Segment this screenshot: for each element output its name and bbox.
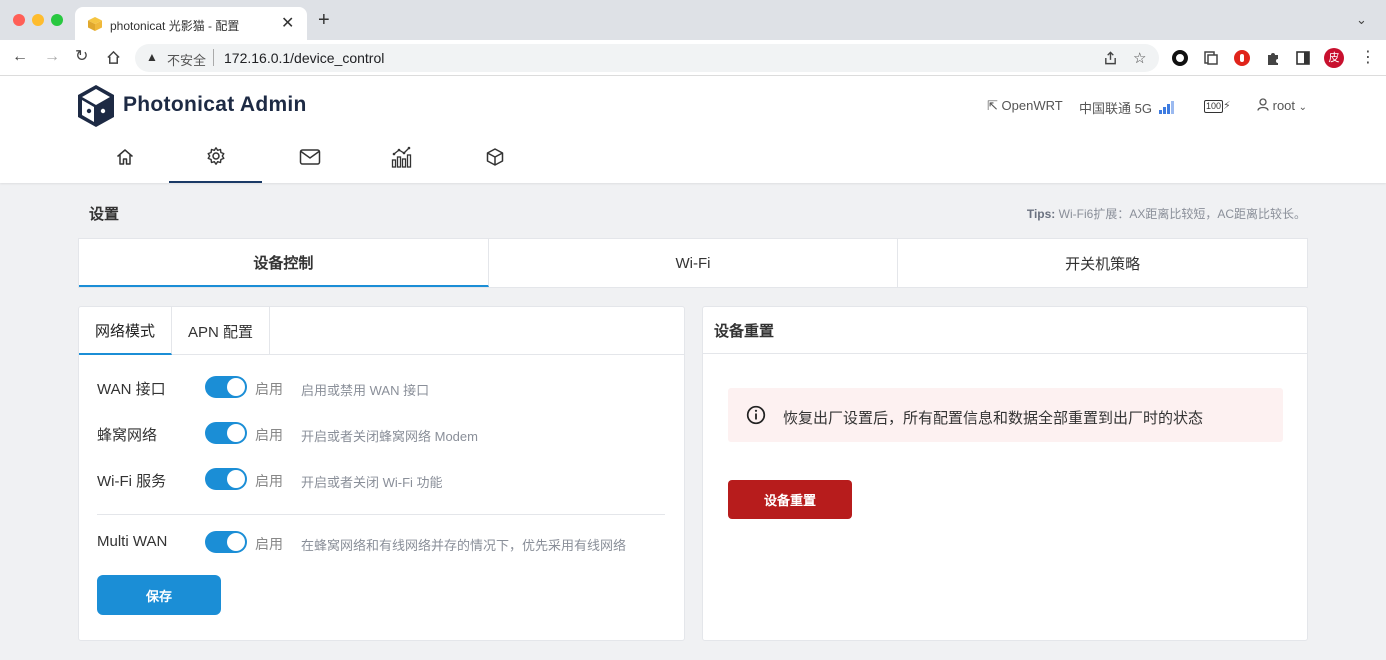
openwrt-label: OpenWRT bbox=[1002, 98, 1063, 113]
signal-strength-icon bbox=[1158, 101, 1174, 114]
extension-circle-icon[interactable] bbox=[1172, 50, 1188, 66]
carrier-label: 中国联通 5G bbox=[1079, 101, 1152, 116]
user-menu[interactable]: root ⌄ bbox=[1257, 98, 1307, 113]
close-tab-icon[interactable]: ✕ bbox=[281, 13, 294, 33]
tab-power-schedule[interactable]: 开关机策略 bbox=[898, 239, 1307, 287]
minimize-window-button[interactable] bbox=[32, 14, 44, 26]
browser-tab-bar: photonicat 光影猫 - 配置 ✕ + ⌄ bbox=[0, 0, 1386, 40]
photonicat-logo-icon bbox=[76, 84, 116, 128]
forward-icon[interactable]: → bbox=[44, 48, 60, 66]
browser-tab[interactable]: photonicat 光影猫 - 配置 ✕ bbox=[75, 7, 307, 40]
nav-packages[interactable] bbox=[448, 131, 541, 183]
share-icon[interactable] bbox=[1103, 50, 1118, 66]
new-tab-button[interactable]: + bbox=[318, 10, 330, 30]
browser-toolbar: ← → ↻ ▲ 不安全 172.16.0.1/device_control ☆ … bbox=[0, 40, 1386, 76]
back-icon[interactable]: ← bbox=[12, 48, 28, 66]
reset-warning-alert: 恢复出厂设置后，所有配置信息和数据全部重置到出厂时的状态 bbox=[728, 388, 1283, 442]
home-icon bbox=[115, 147, 135, 167]
user-label: root bbox=[1273, 98, 1295, 113]
nav-home[interactable] bbox=[78, 131, 171, 183]
carrier-status: 中国联通 5G bbox=[1079, 98, 1174, 117]
brand-title: Photonicat Admin bbox=[123, 93, 307, 117]
wifi-state: 启用 bbox=[255, 471, 283, 491]
wan-state: 启用 bbox=[255, 379, 283, 399]
tips-content: Wi-Fi6扩展：AX距离比较短，AC距离比较长。 bbox=[1059, 207, 1306, 221]
reload-icon[interactable]: ↻ bbox=[75, 48, 88, 66]
extension-copy-icon[interactable] bbox=[1203, 50, 1219, 66]
wifi-toggle[interactable] bbox=[205, 468, 247, 490]
bookmark-star-icon[interactable]: ☆ bbox=[1133, 49, 1146, 67]
wan-description: 启用或禁用 WAN 接口 bbox=[301, 380, 429, 399]
multiwan-label: Multi WAN bbox=[97, 533, 167, 550]
mail-icon bbox=[299, 148, 321, 166]
section-divider bbox=[97, 514, 665, 515]
tab-network-mode[interactable]: 网络模式 bbox=[79, 307, 172, 355]
cellular-description: 开启或者关闭蜂窝网络 Modem bbox=[301, 426, 478, 445]
multiwan-description: 在蜂窝网络和有线网络并存的情况下，优先采用有线网络 bbox=[301, 535, 626, 554]
wan-toggle[interactable] bbox=[205, 376, 247, 398]
setting-row-wifi: Wi-Fi 服务 启用 开启或者关闭 Wi-Fi 功能 bbox=[97, 464, 667, 494]
multiwan-state: 启用 bbox=[255, 534, 283, 554]
cellular-state: 启用 bbox=[255, 425, 283, 445]
device-reset-card: 设备重置 恢复出厂设置后，所有配置信息和数据全部重置到出厂时的状态 设备重置 bbox=[702, 306, 1308, 641]
info-icon bbox=[746, 405, 766, 425]
tab-wifi[interactable]: Wi-Fi bbox=[489, 239, 899, 287]
nav-statistics[interactable] bbox=[355, 131, 448, 183]
insecure-label: 不安全 bbox=[167, 50, 206, 69]
wan-label: WAN 接口 bbox=[97, 378, 166, 399]
external-link-icon: ⇱ bbox=[987, 98, 998, 113]
stats-icon bbox=[390, 145, 414, 169]
nav-settings[interactable] bbox=[169, 131, 262, 183]
cellular-toggle[interactable] bbox=[205, 422, 247, 444]
reset-warning-text: 恢复出厂设置后，所有配置信息和数据全部重置到出厂时的状态 bbox=[783, 407, 1203, 428]
wifi-description: 开启或者关闭 Wi-Fi 功能 bbox=[301, 472, 443, 491]
app-header: Photonicat Admin ⇱ OpenWRT 中国联通 5G 100⚡ … bbox=[0, 76, 1386, 183]
device-reset-button[interactable]: 设备重置 bbox=[728, 480, 852, 519]
gear-icon bbox=[206, 146, 226, 166]
chevron-down-icon[interactable]: ⌄ bbox=[1356, 12, 1367, 28]
setting-row-wan: WAN 接口 启用 启用或禁用 WAN 接口 bbox=[97, 372, 667, 402]
wifi-label: Wi-Fi 服务 bbox=[97, 470, 166, 491]
nav-messages[interactable] bbox=[263, 131, 356, 183]
setting-row-multiwan: Multi WAN 启用 在蜂窝网络和有线网络并存的情况下，优先采用有线网络 bbox=[97, 527, 667, 557]
puzzle-icon[interactable] bbox=[1265, 50, 1281, 66]
warning-triangle-icon: ▲ bbox=[146, 50, 158, 64]
openwrt-link[interactable]: ⇱ OpenWRT bbox=[987, 98, 1063, 114]
address-separator bbox=[213, 49, 214, 66]
profile-avatar[interactable]: 皮 bbox=[1324, 48, 1344, 68]
home-page-icon[interactable] bbox=[106, 50, 121, 65]
settings-tabs: 设备控制 Wi-Fi 开关机策略 bbox=[78, 238, 1308, 288]
battery-level: 100 bbox=[1204, 100, 1223, 113]
tips-text: Tips: Wi-Fi6扩展：AX距离比较短，AC距离比较长。 bbox=[1027, 205, 1306, 222]
save-button[interactable]: 保存 bbox=[97, 575, 221, 615]
tab-device-control[interactable]: 设备控制 bbox=[79, 239, 489, 287]
url-text: 172.16.0.1/device_control bbox=[224, 50, 384, 66]
chevron-down-icon: ⌄ bbox=[1299, 102, 1307, 113]
battery-status: 100⚡ bbox=[1204, 97, 1231, 113]
reset-card-title: 设备重置 bbox=[703, 307, 1307, 354]
side-panel-icon[interactable] bbox=[1295, 50, 1311, 66]
close-window-button[interactable] bbox=[13, 14, 25, 26]
multiwan-toggle[interactable] bbox=[205, 531, 247, 553]
cellular-label: 蜂窝网络 bbox=[97, 424, 157, 445]
page-title: 设置 bbox=[89, 203, 119, 224]
favicon-icon bbox=[87, 16, 103, 32]
maximize-window-button[interactable] bbox=[51, 14, 63, 26]
setting-row-cellular: 蜂窝网络 启用 开启或者关闭蜂窝网络 Modem bbox=[97, 418, 667, 448]
network-mode-card: 网络模式 APN 配置 WAN 接口 启用 启用或禁用 WAN 接口 蜂窝网络 … bbox=[78, 306, 685, 641]
opera-icon[interactable] bbox=[1234, 50, 1250, 66]
address-bar[interactable]: ▲ 不安全 172.16.0.1/device_control ☆ bbox=[135, 44, 1159, 72]
box-icon bbox=[485, 147, 505, 167]
browser-tab-title: photonicat 光影猫 - 配置 bbox=[110, 17, 239, 34]
charging-icon: ⚡ bbox=[1223, 100, 1231, 112]
tips-label: Tips: bbox=[1027, 207, 1055, 221]
more-menu-icon[interactable]: ⋮ bbox=[1360, 49, 1376, 67]
user-icon bbox=[1257, 98, 1269, 111]
tab-apn-config[interactable]: APN 配置 bbox=[172, 307, 270, 355]
network-sub-tabs: 网络模式 APN 配置 bbox=[79, 307, 684, 355]
